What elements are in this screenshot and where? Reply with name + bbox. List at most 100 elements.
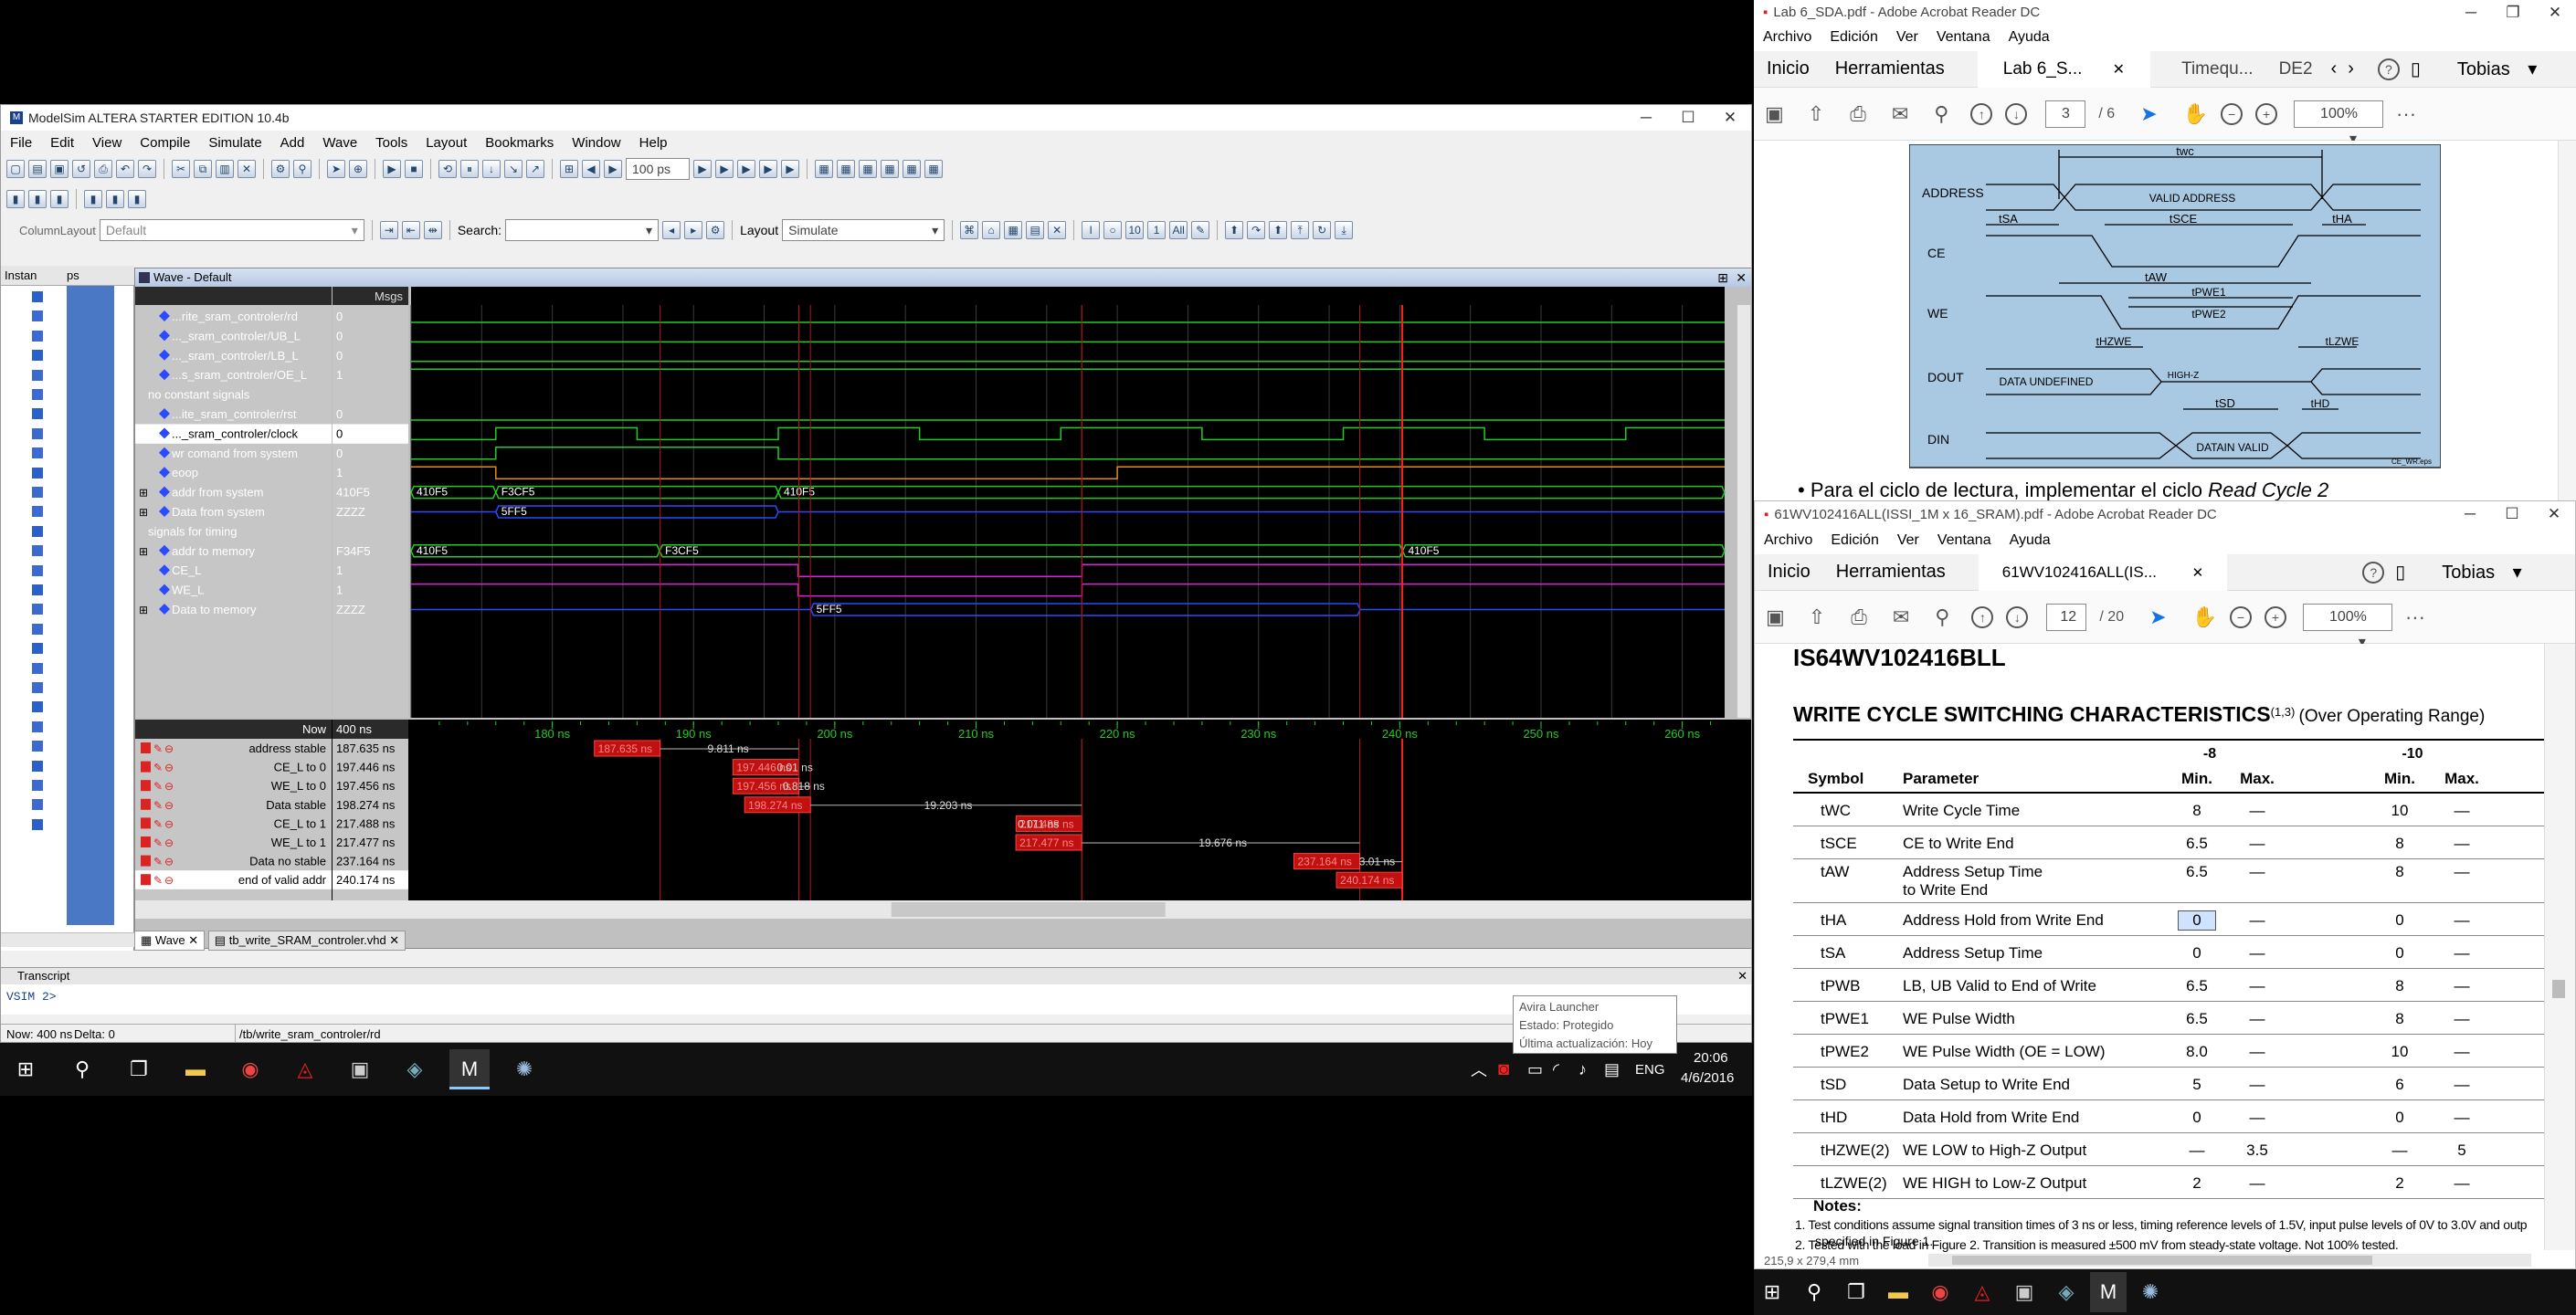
- paste-icon[interactable]: ▥: [216, 160, 234, 178]
- wave-mode-3-icon[interactable]: ▮: [50, 190, 69, 208]
- zoom-select[interactable]: 100% ▾: [2302, 603, 2392, 650]
- new-icon[interactable]: ▢: [6, 160, 25, 178]
- instance-tree-item[interactable]: [32, 760, 43, 772]
- menu-layout[interactable]: Layout: [417, 135, 476, 151]
- menu-edici-n[interactable]: Edición: [1821, 29, 1886, 46]
- layout-5-icon[interactable]: ▦: [903, 160, 921, 178]
- zoom-in-icon[interactable]: +: [2255, 102, 2278, 125]
- tab-timequest[interactable]: Timequ...: [2169, 59, 2266, 79]
- app-icon[interactable]: ◈: [2048, 1272, 2085, 1312]
- wave-undock-icon[interactable]: ⊞: [1717, 268, 1728, 287]
- wave-close-icon[interactable]: ✕: [1736, 268, 1747, 287]
- wave-mode-2-icon[interactable]: ▮: [28, 190, 47, 208]
- step-out-icon[interactable]: ↗: [526, 160, 544, 178]
- minimize-button[interactable]: ─: [2450, 0, 2492, 26]
- instance-tree-item[interactable]: [32, 467, 43, 479]
- search-icon[interactable]: ⚲: [1921, 102, 1961, 126]
- instance-tree-item[interactable]: [32, 369, 43, 381]
- menu-file[interactable]: File: [1, 135, 41, 151]
- step-over-icon[interactable]: ↘: [504, 160, 523, 178]
- minimize-button[interactable]: ─: [1625, 105, 1667, 131]
- search-icon[interactable]: ⚲: [62, 1049, 102, 1089]
- acrobat-icon[interactable]: ◬: [285, 1049, 325, 1089]
- instance-tree-item[interactable]: [32, 427, 43, 439]
- wave-edit-icon[interactable]: 10: [1125, 221, 1145, 239]
- delete-cursor-icon[interactable]: ⊖: [164, 742, 174, 755]
- instance-tree-item[interactable]: [32, 525, 43, 537]
- run-length-input[interactable]: 100 ps: [626, 158, 690, 180]
- instance-tree-item[interactable]: [32, 721, 43, 732]
- edit-cursor-icon[interactable]: ✎: [153, 780, 163, 793]
- delete-icon[interactable]: ✕: [238, 160, 256, 178]
- app-icon[interactable]: ✺: [504, 1049, 544, 1089]
- search-prev-icon[interactable]: ◂: [662, 221, 681, 239]
- cut-icon[interactable]: ✂: [172, 160, 190, 178]
- tab-datasheet[interactable]: 61WV102416ALL(IS... ✕: [1978, 553, 2228, 591]
- help-icon[interactable]: ?: [2377, 58, 2400, 80]
- cursor-nav-icon[interactable]: ⤓: [1335, 221, 1354, 239]
- menu-ventana[interactable]: Ventana: [1927, 29, 2000, 46]
- zoom-out-wave-icon[interactable]: ⇤: [401, 221, 420, 239]
- undo-icon[interactable]: ↶: [116, 160, 134, 178]
- more-icon[interactable]: ···: [2383, 102, 2429, 126]
- zoom-full-icon[interactable]: ⇹: [423, 221, 442, 239]
- layout-2-icon[interactable]: ▦: [837, 160, 855, 178]
- delete-cursor-icon[interactable]: ⊖: [164, 762, 174, 774]
- instance-tree-item[interactable]: [32, 643, 43, 655]
- cursor-nav-icon[interactable]: ↻: [1313, 221, 1332, 239]
- layout-4-icon[interactable]: ▦: [881, 160, 899, 178]
- close-button[interactable]: ✕: [2533, 501, 2575, 527]
- print-icon[interactable]: ⎙: [1837, 102, 1879, 126]
- instance-tree-item[interactable]: [32, 350, 43, 362]
- nav-inicio[interactable]: Inicio: [1755, 562, 1823, 583]
- start-icon[interactable]: ⊞: [5, 1049, 46, 1089]
- instance-tree-item[interactable]: [32, 818, 43, 830]
- menu-archivo[interactable]: Archivo: [1755, 532, 1821, 549]
- lock-icon[interactable]: [141, 817, 151, 829]
- lock-icon[interactable]: [141, 780, 151, 792]
- instance-tree-item[interactable]: [32, 487, 43, 498]
- cursor-name[interactable]: Data stable: [266, 798, 326, 812]
- battery-icon[interactable]: ▭: [1527, 1060, 1543, 1079]
- mail-icon[interactable]: ✉: [1879, 102, 1921, 126]
- pdf1-vscroll[interactable]: [2558, 141, 2576, 500]
- delete-cursor-icon[interactable]: ⊖: [164, 780, 174, 793]
- run-icon[interactable]: ▶: [693, 160, 712, 178]
- instance-tree-item[interactable]: [32, 291, 43, 302]
- menu-compile[interactable]: Compile: [131, 135, 199, 151]
- app-icon[interactable]: ▣: [2006, 1272, 2043, 1312]
- wave-tool-icon[interactable]: ▤: [1026, 221, 1045, 239]
- lock-icon[interactable]: [141, 761, 151, 773]
- instance-tree-item[interactable]: [32, 545, 43, 557]
- break-icon[interactable]: ▶: [759, 160, 777, 178]
- page-down-icon[interactable]: ↓: [2006, 605, 2029, 628]
- mail-icon[interactable]: ✉: [1880, 605, 1922, 629]
- save-icon[interactable]: ▣: [1754, 102, 1795, 126]
- zoom-out-icon[interactable]: −: [2221, 102, 2243, 125]
- tab-prev-icon[interactable]: ‹: [2326, 58, 2343, 79]
- wave-fwd-icon[interactable]: ▶: [604, 160, 622, 178]
- cursor-name[interactable]: CE_L to 0: [274, 761, 326, 774]
- wave-vscroll[interactable]: [1737, 305, 1750, 718]
- wave-edit-icon[interactable]: 1: [1147, 221, 1167, 239]
- notifications-icon[interactable]: ▤: [1604, 1060, 1620, 1079]
- tab-wave[interactable]: ▦ Wave ✕: [134, 931, 206, 951]
- instance-tree[interactable]: [1, 286, 67, 925]
- instance-tree-item[interactable]: [32, 564, 43, 576]
- instance-tree-item[interactable]: [32, 604, 43, 615]
- mobile-icon[interactable]: ▯: [2384, 561, 2416, 584]
- chrome-icon[interactable]: ◉: [1922, 1272, 1958, 1312]
- expand-icon[interactable]: ⊞: [139, 487, 148, 500]
- wave-tool-icon[interactable]: ⌘: [960, 221, 979, 239]
- wave-tool-icon[interactable]: ▦: [1004, 221, 1023, 239]
- delete-cursor-icon[interactable]: ⊖: [164, 799, 174, 812]
- page-number-input[interactable]: 3: [2045, 100, 2086, 128]
- save-icon[interactable]: ▣: [1755, 605, 1796, 629]
- instance-tree-item[interactable]: [32, 662, 43, 674]
- modelsim-task-icon[interactable]: M: [449, 1049, 490, 1089]
- ps-header[interactable]: ps: [67, 266, 79, 286]
- compile-icon[interactable]: ⚙: [271, 160, 290, 178]
- page-number-input[interactable]: 12: [2046, 603, 2087, 631]
- menu-edici-n[interactable]: Edición: [1821, 532, 1887, 549]
- lock-icon[interactable]: [141, 742, 151, 753]
